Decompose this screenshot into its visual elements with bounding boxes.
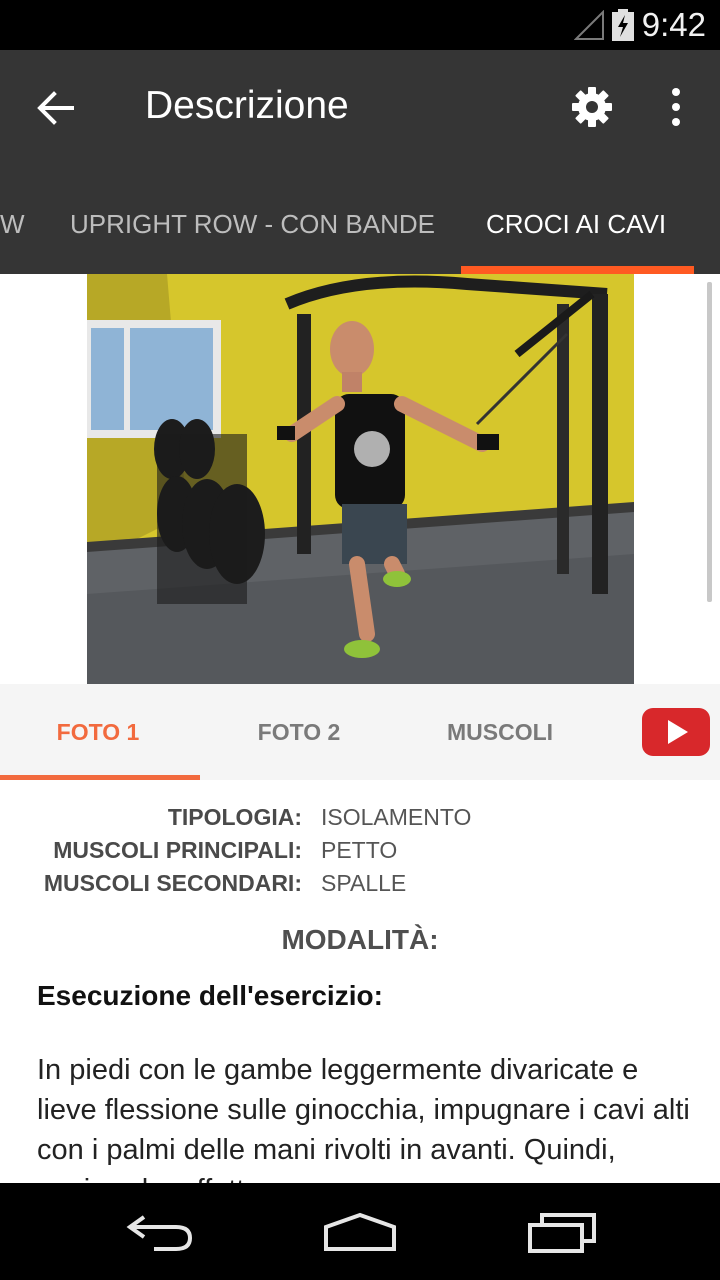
signal-icon (574, 10, 604, 40)
tab-upright-row[interactable]: UPRIGHT ROW - CON BANDE (70, 200, 435, 274)
detail-row-secondari: MUSCOLI SECONDARI: SPALLE (0, 870, 720, 903)
tab-muscoli[interactable]: MUSCOLI (400, 684, 600, 780)
app-bar: Descrizione W UPRIGHT ROW - CON BANDE CR… (0, 50, 720, 274)
youtube-play-icon (668, 720, 688, 744)
detail-row-tipologia: TIPOLOGIA: ISOLAMENTO (0, 804, 720, 837)
status-time: 9:42 (641, 6, 706, 43)
gear-icon[interactable] (570, 85, 614, 129)
principali-label: MUSCOLI PRINCIPALI: (53, 837, 302, 863)
nav-back-icon[interactable] (124, 1209, 196, 1255)
secondari-value: SPALLE (321, 870, 407, 896)
modalita-heading: MODALITÀ: (281, 924, 439, 955)
tab-foto-1[interactable]: FOTO 1 (0, 684, 196, 780)
nav-recents-icon[interactable] (526, 1209, 598, 1255)
tab-indicator (461, 266, 694, 274)
scrollbar[interactable] (707, 282, 712, 602)
tab-croci-ai-cavi[interactable]: CROCI AI CAVI (486, 200, 666, 274)
screen-content: 9:42 Descrizione W UPRIGHT ROW - CON BAN… (0, 0, 720, 1183)
execution-text: In piedi con le gambe leggermente divari… (37, 1054, 690, 1183)
exercise-tabs: W UPRIGHT ROW - CON BANDE CROCI AI CAVI (0, 200, 720, 274)
photo-tabs: FOTO 1 FOTO 2 MUSCOLI (0, 684, 720, 780)
exercise-photo (87, 274, 634, 684)
principali-value: PETTO (321, 837, 398, 863)
page-title: Descrizione (145, 84, 349, 127)
tab-previous-exercise[interactable]: W (0, 200, 25, 274)
back-arrow-icon[interactable] (34, 86, 78, 130)
more-vert-icon[interactable] (662, 85, 690, 129)
tab-foto-2[interactable]: FOTO 2 (200, 684, 398, 780)
battery-charging-icon (612, 9, 634, 41)
status-bar: 9:42 (0, 0, 720, 50)
system-nav-bar (0, 1183, 720, 1280)
detail-row-principali: MUSCOLI PRINCIPALI: PETTO (0, 837, 720, 870)
photo-tab-indicator (0, 775, 200, 780)
execution-title: Esecuzione dell'esercizio: (37, 980, 383, 1011)
secondari-label: MUSCOLI SECONDARI: (43, 870, 302, 896)
nav-home-icon[interactable] (322, 1209, 398, 1255)
photo-area (0, 274, 720, 684)
tipologia-value: ISOLAMENTO (321, 804, 472, 830)
youtube-button[interactable] (642, 708, 710, 756)
tipologia-label: TIPOLOGIA: (167, 804, 302, 830)
